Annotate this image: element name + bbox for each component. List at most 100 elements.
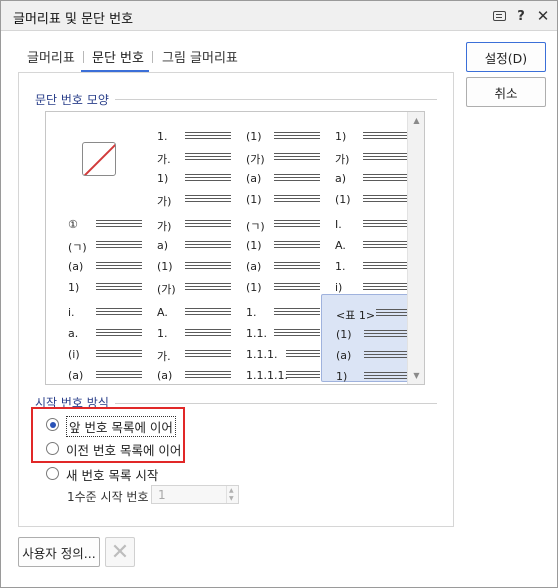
style-option[interactable]: 1. 가. 1) 가) — [143, 118, 233, 208]
tab-picture-bullet[interactable]: 그림 글머리표 — [162, 41, 238, 71]
text-placeholder-lines — [376, 309, 410, 318]
chat-icon[interactable] — [489, 6, 509, 26]
dialog-window: 글머리표 및 문단 번호 ? ✕ 글머리표 문단 번호 그림 글머리표 문단 번… — [0, 0, 558, 588]
text-placeholder-lines — [274, 241, 320, 250]
text-placeholder-lines — [185, 132, 231, 141]
style-option[interactable]: (1) (가) (a) (1) — [232, 118, 322, 206]
spin-buttons: ▲ ▼ — [226, 486, 238, 503]
text-placeholder-lines — [274, 195, 320, 204]
text-placeholder-lines — [363, 132, 409, 141]
style-option[interactable]: 1. 1.1. 1.1.1. 1.1.1.1. — [232, 294, 322, 382]
number-marker: A. — [335, 239, 346, 252]
number-marker: <표 1> — [336, 309, 376, 322]
text-placeholder-lines — [363, 174, 409, 183]
number-marker: 1.1. — [246, 327, 267, 340]
text-placeholder-lines — [274, 262, 320, 271]
style-option[interactable]: A. 1. 가. (a) — [143, 294, 233, 382]
number-marker: 1. — [157, 130, 168, 143]
radio-button[interactable] — [46, 467, 59, 480]
text-placeholder-lines — [96, 308, 142, 317]
tab-numbering[interactable]: 문단 번호 — [92, 41, 144, 71]
style-option[interactable]: ① (ㄱ) (a) 1) — [54, 206, 144, 294]
text-placeholder-lines — [185, 241, 231, 250]
style-option[interactable]: I. A. 1. i) — [321, 206, 411, 294]
text-placeholder-lines — [185, 283, 231, 292]
number-marker: (1) — [246, 193, 262, 206]
text-placeholder-lines — [363, 153, 409, 162]
number-marker: 1) — [336, 370, 348, 383]
spin-up-icon: ▲ — [229, 487, 234, 494]
no-style-icon — [82, 142, 116, 176]
text-placeholder-lines — [364, 372, 410, 381]
text-placeholder-lines — [274, 308, 320, 317]
number-marker: (a) — [246, 260, 262, 273]
number-marker: 가. — [157, 153, 171, 166]
number-marker: A. — [157, 306, 168, 319]
text-placeholder-lines — [185, 350, 231, 359]
number-marker: (가) — [246, 153, 265, 166]
text-placeholder-lines — [363, 283, 409, 292]
style-none[interactable] — [54, 118, 144, 206]
number-marker: (a) — [157, 369, 173, 382]
scroll-up-icon[interactable]: ▲ — [408, 112, 424, 129]
number-marker: 1.1.1. — [246, 348, 278, 361]
number-marker: (ㄱ) — [246, 220, 265, 233]
dialog-title: 글머리표 및 문단 번호 — [13, 12, 134, 27]
text-placeholder-lines — [96, 371, 142, 380]
text-placeholder-lines — [286, 371, 320, 380]
number-marker: a. — [68, 327, 79, 340]
text-placeholder-lines — [286, 350, 320, 359]
ok-button[interactable]: 설정(D) — [466, 42, 546, 72]
custom-button[interactable]: 사용자 정의... — [18, 537, 100, 567]
number-marker: (1) — [246, 281, 262, 294]
number-marker: (1) — [246, 130, 262, 143]
text-placeholder-lines — [363, 195, 409, 204]
text-placeholder-lines — [185, 195, 231, 204]
number-marker: (a) — [336, 349, 352, 362]
text-placeholder-lines — [185, 262, 231, 271]
number-marker: a) — [335, 172, 347, 185]
close-icon[interactable]: ✕ — [533, 6, 553, 26]
number-marker: 1. — [335, 260, 346, 273]
numbering-style-label: 문단 번호 모양 — [35, 91, 115, 108]
number-marker: (1) — [246, 239, 262, 252]
number-marker: (a) — [246, 172, 262, 185]
text-placeholder-lines — [274, 220, 320, 229]
text-placeholder-lines — [96, 350, 142, 359]
number-marker: 1) — [68, 281, 80, 294]
text-placeholder-lines — [363, 262, 409, 271]
style-option[interactable]: (ㄱ) (1) (a) (1) — [232, 206, 322, 294]
spin-down-icon: ▼ — [229, 495, 234, 502]
text-placeholder-lines — [363, 220, 409, 229]
text-placeholder-lines — [185, 371, 231, 380]
style-option[interactable]: 1) 가) a) (1) — [321, 118, 411, 206]
gallery-scrollbar[interactable]: ▲ ▼ — [407, 112, 424, 384]
number-marker: i) — [335, 281, 343, 294]
text-placeholder-lines — [274, 174, 320, 183]
number-marker: (ㄱ) — [68, 241, 87, 254]
cancel-button[interactable]: 취소 — [466, 77, 546, 107]
level-start-spinbox: 1 ▲ ▼ — [151, 485, 239, 504]
number-marker: 가) — [335, 153, 350, 166]
text-placeholder-lines — [96, 262, 142, 271]
scroll-down-icon[interactable]: ▼ — [408, 367, 424, 384]
number-marker: (i) — [68, 348, 80, 361]
number-marker: 1.1.1.1. — [246, 369, 288, 382]
text-placeholder-lines — [96, 220, 142, 229]
style-option[interactable]: 가) a) (1) (가) — [143, 206, 233, 296]
help-icon[interactable]: ? — [511, 6, 531, 26]
number-marker: (1) — [157, 260, 173, 273]
text-placeholder-lines — [185, 308, 231, 317]
number-marker: 1. — [246, 306, 257, 319]
style-option[interactable]: i. a. (i) (a) — [54, 294, 144, 382]
number-marker: 1. — [157, 327, 168, 340]
text-placeholder-lines — [185, 329, 231, 338]
text-placeholder-lines — [364, 330, 410, 339]
title-bar: 글머리표 및 문단 번호 ? ✕ — [1, 1, 557, 31]
number-marker: (a) — [68, 260, 84, 273]
style-option[interactable]: <표 1> (1) (a) 1) — [321, 294, 411, 383]
text-placeholder-lines — [96, 241, 142, 250]
tab-bullet[interactable]: 글머리표 — [27, 41, 75, 71]
numbering-style-gallery: 1. 가. 1) 가) (1) (가) (a) (1) 1) 가) a) (1) ① (ㄱ) (a) 1) 가)… — [45, 111, 425, 385]
text-placeholder-lines — [274, 153, 320, 162]
